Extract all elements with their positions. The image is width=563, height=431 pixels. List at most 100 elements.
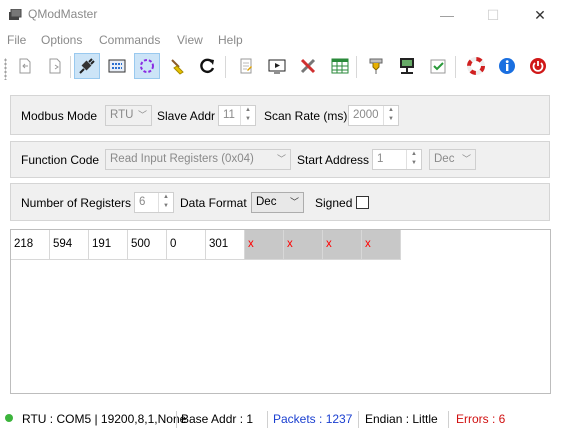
menu-bar: File Options Commands View Help (0, 30, 563, 50)
tools-button[interactable] (295, 53, 321, 79)
toolbar-separator (225, 56, 226, 78)
register-cell-error[interactable]: x (245, 230, 284, 260)
register-cell-error[interactable]: x (284, 230, 323, 260)
function-code-label: Function Code (21, 153, 100, 167)
toolbar-separator (455, 56, 456, 78)
num-registers-value: 6 (139, 196, 146, 208)
scan-icon (140, 59, 154, 73)
modbus-mode-value: RTU (110, 109, 134, 121)
toolbar-separator (70, 56, 71, 78)
open-button[interactable] (12, 53, 38, 79)
maximize-button[interactable]: ☐ (470, 0, 516, 30)
help-button[interactable] (463, 53, 489, 79)
menu-file[interactable]: File (7, 33, 26, 47)
start-address-format-select[interactable]: Dec ﹀ (429, 149, 476, 170)
table-button[interactable] (327, 53, 353, 79)
spin-arrows-icon[interactable]: ▲ ▼ (406, 150, 421, 169)
scan-rate-value: 2000 (353, 109, 379, 121)
exit-button[interactable] (525, 53, 551, 79)
signed-checkbox[interactable] (356, 196, 369, 209)
chevron-down-icon: ﹀ (137, 110, 147, 120)
status-separator (176, 411, 177, 428)
register-cell[interactable]: 594 (50, 230, 89, 260)
connect-button[interactable] (74, 53, 100, 79)
slave-addr-value: 11 (223, 109, 235, 121)
slave-addr-spinbox[interactable]: 11 ▲ ▼ (218, 105, 256, 126)
read-write-icon (108, 59, 126, 73)
serial-settings-button[interactable] (363, 53, 389, 79)
window-title: QModMaster (28, 7, 98, 21)
tcp-settings-button[interactable] (394, 53, 420, 79)
data-format-select[interactable]: Dec ﹀ (251, 192, 304, 213)
log-icon (240, 58, 252, 74)
menu-commands[interactable]: Commands (99, 33, 160, 47)
save-icon (49, 58, 61, 74)
status-separator (358, 411, 359, 428)
packets-status: Packets : 1237 (273, 412, 353, 426)
register-cell[interactable]: 0 (167, 230, 206, 260)
register-cell[interactable]: 218 (11, 230, 50, 260)
start-address-label: Start Address (297, 153, 370, 167)
serial-settings-icon (369, 58, 383, 74)
start-address-value: 1 (377, 153, 384, 165)
settings-button[interactable] (425, 53, 451, 79)
save-button[interactable] (42, 53, 68, 79)
connection-group: Modbus Mode RTU ﹀ Slave Addr 11 ▲ ▼ Scan R… (10, 95, 550, 135)
menu-view[interactable]: View (177, 33, 203, 47)
reset-counters-icon (200, 58, 215, 74)
function-code-value: Read Input Registers (0x04) (110, 153, 254, 165)
open-icon (19, 58, 31, 74)
bus-monitor-button[interactable] (264, 53, 290, 79)
close-icon: ✕ (534, 6, 546, 23)
close-button[interactable]: ✕ (517, 0, 563, 30)
register-cell[interactable]: 500 (128, 230, 167, 260)
spin-arrows-icon[interactable]: ▲ ▼ (383, 106, 398, 125)
tcp-settings-icon (400, 58, 414, 74)
info-button[interactable] (494, 53, 520, 79)
status-separator (448, 411, 449, 428)
spin-arrows-icon[interactable]: ▲ ▼ (158, 193, 173, 212)
registers-group: Number of Registers 6 ▲ ▼ Data Format Dec… (10, 183, 550, 221)
menu-help[interactable]: Help (218, 33, 243, 47)
signed-label: Signed (315, 196, 353, 210)
slave-addr-label: Slave Addr (157, 109, 216, 123)
clear-icon (171, 59, 184, 75)
reset-counters-button[interactable] (195, 53, 221, 79)
scan-rate-spinbox[interactable]: 2000 ▲ ▼ (348, 105, 399, 126)
errors-status: Errors : 6 (456, 412, 506, 426)
function-code-select[interactable]: Read Input Registers (0x04) ﹀ (105, 149, 291, 170)
read-write-button[interactable] (104, 53, 130, 79)
register-cell-error[interactable]: x (323, 230, 362, 260)
registers-table[interactable]: 218 594 191 500 0 301 x x x x (10, 229, 551, 394)
register-cell-error[interactable]: x (362, 230, 401, 260)
function-group: Function Code Read Input Registers (0x04… (10, 141, 550, 178)
scan-button[interactable] (134, 53, 160, 79)
chevron-down-icon: ﹀ (461, 154, 471, 164)
status-bar: RTU : COM5 | 19200,8,1,None Base Addr : … (0, 408, 563, 431)
chevron-down-icon: ﹀ (276, 154, 286, 164)
minimize-button[interactable]: — (424, 0, 470, 30)
title-bar: QModMaster — ☐ ✕ (0, 0, 563, 30)
exit-icon (530, 58, 546, 74)
app-icon (9, 9, 22, 20)
menu-options[interactable]: Options (41, 33, 82, 47)
register-cell[interactable]: 191 (89, 230, 128, 260)
modbus-mode-select[interactable]: RTU ﹀ (105, 105, 152, 126)
bus-monitor-icon (268, 59, 286, 74)
toolbar-grip[interactable] (4, 58, 7, 80)
spin-arrows-icon[interactable]: ▲ ▼ (240, 106, 255, 125)
data-format-label: Data Format (180, 196, 247, 210)
status-led-icon (5, 414, 13, 422)
register-cell[interactable]: 301 (206, 230, 245, 260)
num-registers-spinbox[interactable]: 6 ▲ ▼ (134, 192, 174, 213)
scan-rate-label: Scan Rate (ms) (264, 109, 348, 123)
table-icon (331, 58, 349, 74)
connection-status: RTU : COM5 | 19200,8,1,None (22, 412, 187, 426)
start-address-spinbox[interactable]: 1 ▲ ▼ (372, 149, 422, 170)
minimize-icon: — (440, 7, 454, 23)
chevron-down-icon: ﹀ (289, 197, 299, 207)
connect-icon (79, 58, 95, 74)
clear-button[interactable] (165, 53, 191, 79)
log-button[interactable] (233, 53, 259, 79)
num-registers-label: Number of Registers (21, 196, 132, 210)
